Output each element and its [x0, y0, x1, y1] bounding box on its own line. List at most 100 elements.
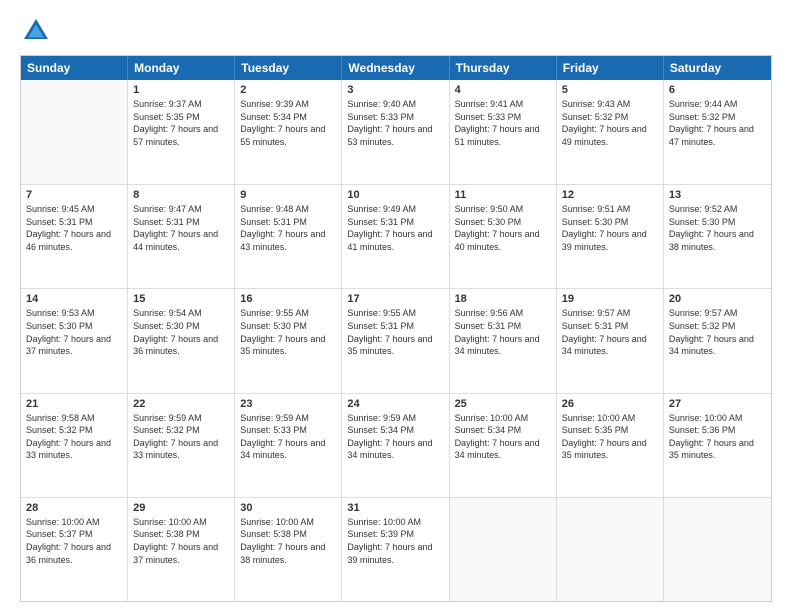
day-number: 26 — [562, 398, 658, 410]
day-info: Sunrise: 9:47 AMSunset: 5:31 PMDaylight:… — [133, 203, 229, 253]
calendar-cell: 31 Sunrise: 10:00 AMSunset: 5:39 PMDaylig… — [342, 498, 449, 601]
calendar-cell — [450, 498, 557, 601]
calendar-cell: 27Sunrise: 10:00 AMSunset: 5:36 PMDaylig… — [664, 394, 771, 497]
calendar-cell — [664, 498, 771, 601]
calendar-week: 28 Sunrise: 10:00 AMSunset: 5:37 PMDaylig… — [21, 497, 771, 601]
calendar-cell: 28 Sunrise: 10:00 AMSunset: 5:37 PMDaylig… — [21, 498, 128, 601]
calendar-body: 1 Sunrise: 9:37 AMSunset: 5:35 PMDaylight… — [21, 80, 771, 601]
day-info: Sunrise: 9:37 AMSunset: 5:35 PMDaylight:… — [133, 98, 229, 148]
logo-icon — [20, 15, 52, 47]
calendar-cell: 26Sunrise: 10:00 AMSunset: 5:35 PMDaylig… — [557, 394, 664, 497]
day-number: 2 — [240, 84, 336, 96]
day-number: 25 — [455, 398, 551, 410]
day-info: Sunrise: 9:58 AMSunset: 5:32 PMDaylight:… — [26, 412, 122, 462]
calendar-cell: 2 Sunrise: 9:39 AMSunset: 5:34 PMDaylight… — [235, 80, 342, 184]
calendar: SundayMondayTuesdayWednesdayThursdayFrid… — [20, 55, 772, 602]
day-info: Sunrise: 9:39 AMSunset: 5:34 PMDaylight:… — [240, 98, 336, 148]
calendar-page: SundayMondayTuesdayWednesdayThursdayFrid… — [0, 0, 792, 612]
calendar-cell: 22Sunrise: 9:59 AMSunset: 5:32 PMDayligh… — [128, 394, 235, 497]
calendar-cell: 5Sunrise: 9:43 AMSunset: 5:32 PMDaylight… — [557, 80, 664, 184]
calendar-week: 14 Sunrise: 9:53 AMSunset: 5:30 PMDayligh… — [21, 288, 771, 392]
day-number: 9 — [240, 189, 336, 201]
calendar-cell: 9 Sunrise: 9:48 AMSunset: 5:31 PMDaylight… — [235, 185, 342, 288]
calendar-cell: 23 Sunrise: 9:59 AMSunset: 5:33 PMDayligh… — [235, 394, 342, 497]
day-info: Sunrise: 9:59 AMSunset: 5:34 PMDaylight:… — [347, 412, 443, 462]
day-number: 23 — [240, 398, 336, 410]
day-info: Sunrise: 9:49 AMSunset: 5:31 PMDaylight:… — [347, 203, 443, 253]
calendar-cell: 19Sunrise: 9:57 AMSunset: 5:31 PMDayligh… — [557, 289, 664, 392]
day-info: Sunrise: 9:44 AMSunset: 5:32 PMDaylight:… — [669, 98, 766, 148]
calendar-cell: 1 Sunrise: 9:37 AMSunset: 5:35 PMDaylight… — [128, 80, 235, 184]
day-number: 7 — [26, 189, 122, 201]
day-info: Sunrise: 10:00 AMSunset: 5:36 PMDaylight… — [669, 412, 766, 462]
day-info: Sunrise: 9:59 AMSunset: 5:32 PMDaylight:… — [133, 412, 229, 462]
day-info: Sunrise: 9:55 AMSunset: 5:31 PMDaylight:… — [347, 307, 443, 357]
day-info: Sunrise: 10:00 AMSunset: 5:38 PMDaylight… — [240, 516, 336, 566]
calendar-cell: 29 Sunrise: 10:00 AMSunset: 5:38 PMDaylig… — [128, 498, 235, 601]
calendar-cell: 13 Sunrise: 9:52 AMSunset: 5:30 PMDayligh… — [664, 185, 771, 288]
day-info: Sunrise: 9:50 AMSunset: 5:30 PMDaylight:… — [455, 203, 551, 253]
day-number: 24 — [347, 398, 443, 410]
day-number: 12 — [562, 189, 658, 201]
day-info: Sunrise: 9:45 AMSunset: 5:31 PMDaylight:… — [26, 203, 122, 253]
day-number: 14 — [26, 293, 122, 305]
day-info: Sunrise: 10:00 AMSunset: 5:38 PMDaylight… — [133, 516, 229, 566]
calendar-cell: 21 Sunrise: 9:58 AMSunset: 5:32 PMDayligh… — [21, 394, 128, 497]
calendar-cell: 14 Sunrise: 9:53 AMSunset: 5:30 PMDayligh… — [21, 289, 128, 392]
calendar-cell: 7 Sunrise: 9:45 AMSunset: 5:31 PMDaylight… — [21, 185, 128, 288]
calendar-cell: 17 Sunrise: 9:55 AMSunset: 5:31 PMDayligh… — [342, 289, 449, 392]
calendar-cell: 3 Sunrise: 9:40 AMSunset: 5:33 PMDaylight… — [342, 80, 449, 184]
calendar-cell: 20 Sunrise: 9:57 AMSunset: 5:32 PMDayligh… — [664, 289, 771, 392]
calendar-cell: 10 Sunrise: 9:49 AMSunset: 5:31 PMDayligh… — [342, 185, 449, 288]
day-number: 18 — [455, 293, 551, 305]
day-number: 15 — [133, 293, 229, 305]
day-number: 10 — [347, 189, 443, 201]
day-info: Sunrise: 9:56 AMSunset: 5:31 PMDaylight:… — [455, 307, 551, 357]
day-info: Sunrise: 9:52 AMSunset: 5:30 PMDaylight:… — [669, 203, 766, 253]
calendar-cell: 12 Sunrise: 9:51 AMSunset: 5:30 PMDayligh… — [557, 185, 664, 288]
calendar-week: 21 Sunrise: 9:58 AMSunset: 5:32 PMDayligh… — [21, 393, 771, 497]
weekday-header: Sunday — [21, 56, 128, 80]
calendar-cell: 25 Sunrise: 10:00 AMSunset: 5:34 PMDaylig… — [450, 394, 557, 497]
header — [20, 15, 772, 47]
day-info: Sunrise: 10:00 AMSunset: 5:39 PMDaylight… — [347, 516, 443, 566]
day-info: Sunrise: 9:53 AMSunset: 5:30 PMDaylight:… — [26, 307, 122, 357]
day-number: 20 — [669, 293, 766, 305]
day-number: 5 — [562, 84, 658, 96]
calendar-week: 7 Sunrise: 9:45 AMSunset: 5:31 PMDaylight… — [21, 184, 771, 288]
weekday-header: Tuesday — [235, 56, 342, 80]
day-info: Sunrise: 10:00 AMSunset: 5:34 PMDaylight… — [455, 412, 551, 462]
day-number: 1 — [133, 84, 229, 96]
day-number: 13 — [669, 189, 766, 201]
day-number: 21 — [26, 398, 122, 410]
day-number: 3 — [347, 84, 443, 96]
day-info: Sunrise: 9:54 AMSunset: 5:30 PMDaylight:… — [133, 307, 229, 357]
weekday-header: Friday — [557, 56, 664, 80]
day-number: 29 — [133, 502, 229, 514]
calendar-cell: 24 Sunrise: 9:59 AMSunset: 5:34 PMDayligh… — [342, 394, 449, 497]
calendar-cell: 16Sunrise: 9:55 AMSunset: 5:30 PMDayligh… — [235, 289, 342, 392]
day-number: 11 — [455, 189, 551, 201]
calendar-cell — [21, 80, 128, 184]
calendar-cell: 15 Sunrise: 9:54 AMSunset: 5:30 PMDayligh… — [128, 289, 235, 392]
day-number: 30 — [240, 502, 336, 514]
day-info: Sunrise: 10:00 AMSunset: 5:37 PMDaylight… — [26, 516, 122, 566]
calendar-week: 1 Sunrise: 9:37 AMSunset: 5:35 PMDaylight… — [21, 80, 771, 184]
day-number: 4 — [455, 84, 551, 96]
logo — [20, 15, 56, 47]
calendar-header: SundayMondayTuesdayWednesdayThursdayFrid… — [21, 56, 771, 80]
weekday-header: Saturday — [664, 56, 771, 80]
day-info: Sunrise: 9:41 AMSunset: 5:33 PMDaylight:… — [455, 98, 551, 148]
day-number: 28 — [26, 502, 122, 514]
day-info: Sunrise: 9:57 AMSunset: 5:31 PMDaylight:… — [562, 307, 658, 357]
calendar-cell: 6Sunrise: 9:44 AMSunset: 5:32 PMDaylight… — [664, 80, 771, 184]
day-info: Sunrise: 9:48 AMSunset: 5:31 PMDaylight:… — [240, 203, 336, 253]
day-info: Sunrise: 9:57 AMSunset: 5:32 PMDaylight:… — [669, 307, 766, 357]
day-number: 31 — [347, 502, 443, 514]
calendar-cell: 4 Sunrise: 9:41 AMSunset: 5:33 PMDaylight… — [450, 80, 557, 184]
day-number: 17 — [347, 293, 443, 305]
day-info: Sunrise: 9:59 AMSunset: 5:33 PMDaylight:… — [240, 412, 336, 462]
weekday-header: Wednesday — [342, 56, 449, 80]
day-info: Sunrise: 9:40 AMSunset: 5:33 PMDaylight:… — [347, 98, 443, 148]
day-info: Sunrise: 9:51 AMSunset: 5:30 PMDaylight:… — [562, 203, 658, 253]
